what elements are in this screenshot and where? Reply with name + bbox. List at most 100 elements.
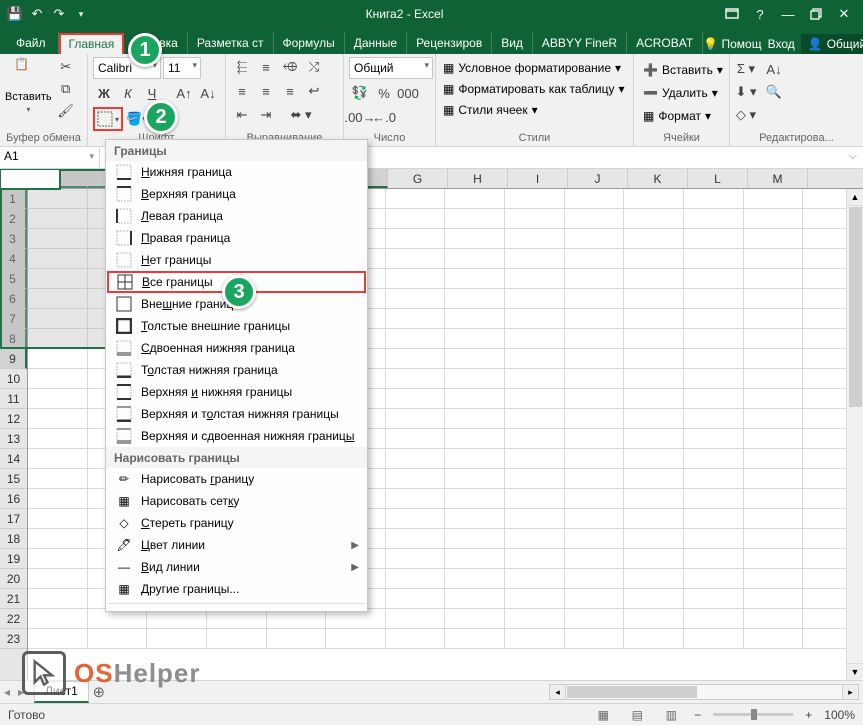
cell[interactable] [386,189,446,209]
column-header[interactable]: G [388,169,448,188]
cell[interactable] [565,569,625,589]
cell[interactable] [684,309,744,329]
vertical-scrollbar[interactable]: ▲ ▼ [846,189,863,680]
cell[interactable] [386,469,446,489]
row-header[interactable]: 9 [0,349,27,369]
cell[interactable] [744,189,804,209]
decrease-decimal-icon[interactable]: ←.0 [373,107,395,127]
cell[interactable] [386,249,446,269]
cell[interactable] [744,489,804,509]
row-header[interactable]: 22 [0,609,27,629]
cell[interactable] [505,249,565,269]
cell[interactable] [744,589,804,609]
border-draw-menu-item[interactable]: ▦Нарисовать сетку [106,490,367,512]
fill-icon[interactable]: ⬇ ▾ [735,82,757,102]
cell[interactable] [147,629,207,649]
cell[interactable] [28,269,88,289]
cell[interactable] [624,589,684,609]
border-menu-item[interactable]: Нет границы [106,249,367,271]
cell[interactable] [624,449,684,469]
cell[interactable] [28,289,88,309]
align-left-icon[interactable]: ≡ [231,81,253,101]
cell[interactable] [445,389,505,409]
cell[interactable] [386,209,446,229]
cell[interactable] [624,389,684,409]
cell[interactable] [505,189,565,209]
cell[interactable] [565,309,625,329]
cell[interactable] [445,549,505,569]
row-header[interactable]: 19 [0,549,27,569]
decrease-indent-icon[interactable]: ⇤ [231,105,253,125]
tab-file[interactable]: Файл [4,32,59,54]
merge-cells-icon[interactable]: ⬌ ▾ [279,105,323,125]
row-header[interactable]: 15 [0,469,27,489]
cell[interactable] [445,409,505,429]
cell[interactable] [565,329,625,349]
cell[interactable] [505,469,565,489]
format-as-table-button[interactable]: ▦Форматировать как таблицу ▾ [441,80,628,98]
restore-icon[interactable] [803,3,829,25]
row-header[interactable]: 7 [0,309,27,329]
cell[interactable] [88,629,148,649]
border-menu-item[interactable]: Сдвоенная нижняя граница [106,337,367,359]
cell[interactable] [744,229,804,249]
cell[interactable] [624,569,684,589]
column-header[interactable]: J [568,169,628,188]
row-header[interactable]: 23 [0,629,27,649]
row-header[interactable]: 11 [0,389,27,409]
cell[interactable] [505,529,565,549]
cell[interactable] [28,189,88,209]
column-header[interactable]: I [508,169,568,188]
cell[interactable] [505,549,565,569]
cell[interactable] [624,229,684,249]
cell[interactable] [445,569,505,589]
cell[interactable] [505,289,565,309]
cell[interactable] [28,309,88,329]
cut-icon[interactable]: ✂ [55,57,77,77]
cell[interactable] [28,329,88,349]
cell[interactable] [386,449,446,469]
cell[interactable] [684,449,744,469]
cell[interactable] [744,209,804,229]
qat-customize-icon[interactable]: ▾ [72,5,90,23]
cell[interactable] [744,609,804,629]
sign-in[interactable]: Вход [768,37,795,51]
tab-view[interactable]: Вид [492,32,533,54]
cell[interactable] [565,389,625,409]
cell[interactable] [565,449,625,469]
view-pagelayout-icon[interactable]: ▤ [626,706,648,724]
cell[interactable] [28,449,88,469]
cell[interactable] [744,449,804,469]
conditional-formatting-button[interactable]: ▦Условное форматирование ▾ [441,59,628,77]
cell[interactable] [744,289,804,309]
cell[interactable] [505,429,565,449]
cell[interactable] [684,429,744,449]
cell[interactable] [207,629,267,649]
cell[interactable] [386,309,446,329]
border-menu-item[interactable]: Верхняя и толстая нижняя границы [106,403,367,425]
cell[interactable] [565,249,625,269]
cell[interactable] [386,609,446,629]
cell[interactable] [565,209,625,229]
cell[interactable] [505,589,565,609]
cell[interactable] [744,309,804,329]
cell[interactable] [684,269,744,289]
cell[interactable] [445,609,505,629]
cell[interactable] [505,309,565,329]
cell[interactable] [624,249,684,269]
cell[interactable] [565,289,625,309]
cell[interactable] [386,289,446,309]
cell[interactable] [624,409,684,429]
cell[interactable] [386,269,446,289]
row-header[interactable]: 1 [0,189,27,209]
cell[interactable] [565,629,625,649]
cell[interactable] [147,609,207,629]
cell[interactable] [386,349,446,369]
save-icon[interactable]: 💾 [6,5,24,23]
cell[interactable] [445,269,505,289]
cell[interactable] [445,249,505,269]
border-menu-item[interactable]: Верхняя и сдвоенная нижняя границы [106,425,367,447]
cell[interactable] [684,409,744,429]
cell[interactable] [624,289,684,309]
percent-icon[interactable]: % [373,83,395,103]
